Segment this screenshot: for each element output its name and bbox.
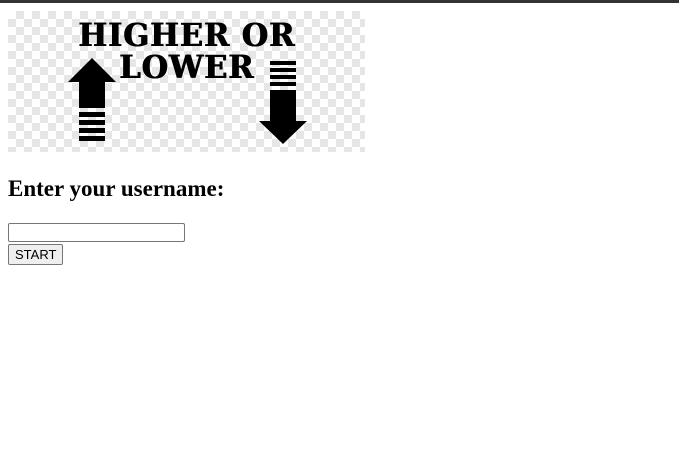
logo-arrows: [68, 58, 307, 144]
arrow-up-icon: [68, 58, 116, 141]
game-logo: HIGHER OR LOWER: [8, 11, 365, 152]
username-input[interactable]: [8, 223, 185, 242]
arrow-down-icon: [259, 61, 307, 144]
main-content: HIGHER OR LOWER Enter your username: STA…: [8, 11, 365, 265]
top-bar: [0, 0, 679, 3]
username-prompt: Enter your username:: [8, 176, 225, 201]
start-button[interactable]: START: [8, 244, 64, 265]
